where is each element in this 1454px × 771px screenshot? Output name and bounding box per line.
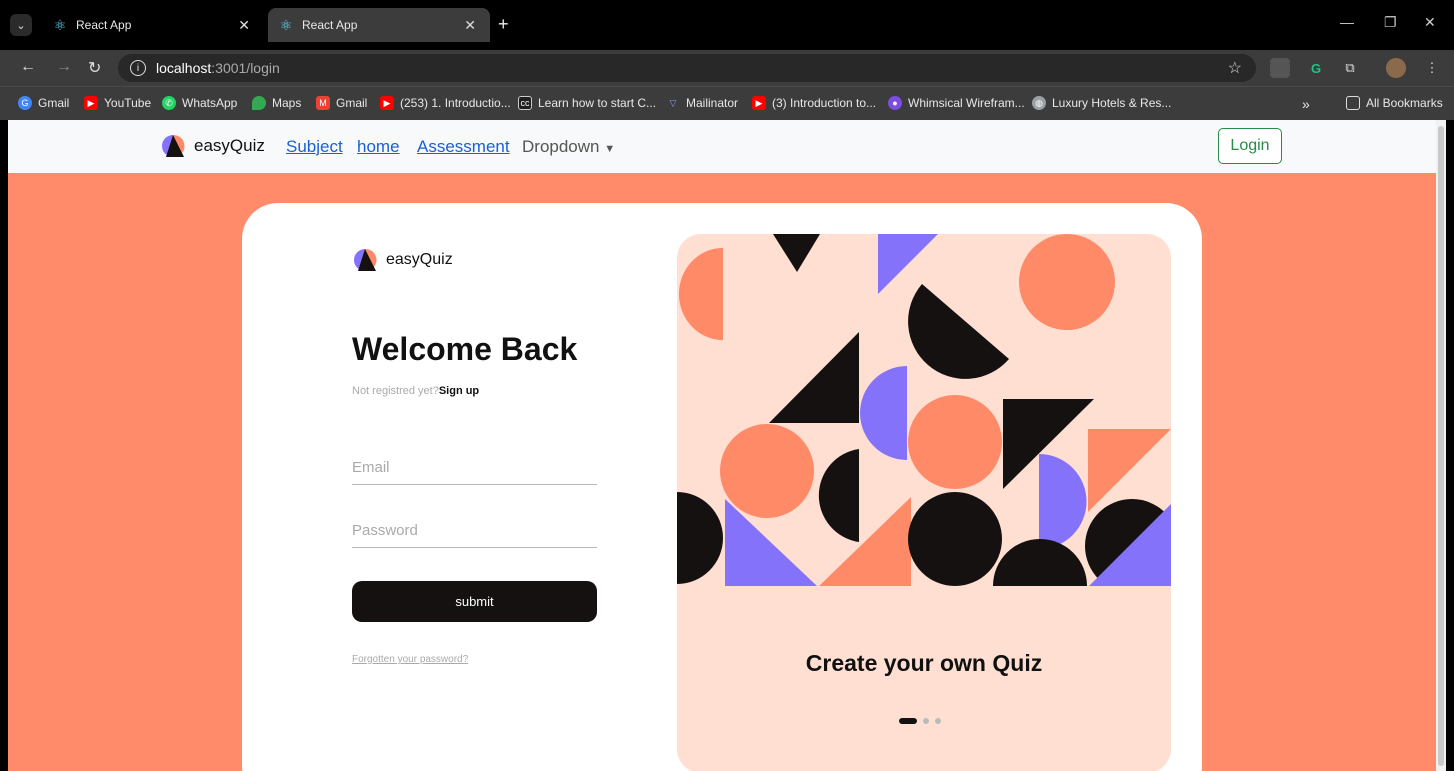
bookmarks-bar: G Gmail ▶ YouTube ✆ WhatsApp Maps M Gmail ▶(… [0, 86, 1454, 120]
submit-button[interactable]: submit [352, 581, 597, 622]
bookmark-star-icon[interactable]: ☆ [1228, 58, 1242, 78]
bookmark-item[interactable]: G Gmail [18, 96, 69, 110]
hero-caption: Create your own Quiz [805, 650, 1043, 676]
all-bookmarks-button[interactable]: All Bookmarks [1346, 96, 1443, 110]
address-bar[interactable]: i localhost:3001/login ☆ [118, 54, 1256, 82]
page-scrollbar[interactable] [1436, 120, 1446, 771]
page-title: Welcome Back [352, 331, 578, 367]
window-border [0, 120, 8, 771]
password-placeholder: Password [352, 522, 418, 539]
tab-title: React App [302, 18, 358, 32]
bookmark-item[interactable]: M Gmail [316, 96, 367, 110]
new-tab-button[interactable]: + [498, 14, 509, 35]
close-tab-icon[interactable]: ✕ [238, 17, 250, 34]
whimsical-icon: ● [888, 96, 902, 110]
tab-title: React App [76, 18, 132, 32]
browser-tab-1[interactable]: ⚛ React App ✕ [42, 8, 264, 42]
youtube-icon: ▶ [380, 96, 394, 110]
window-border [1446, 120, 1454, 771]
nav-dropdown[interactable]: Dropdown ▼ [522, 137, 615, 157]
reload-icon[interactable]: ↻ [88, 58, 101, 78]
site-info-icon[interactable]: i [130, 60, 146, 76]
card-brand-name: easyQuiz [386, 251, 453, 268]
extensions-puzzle-icon[interactable]: ⧉ [1340, 58, 1360, 78]
signup-prompt: Not registred yet?Sign up [352, 385, 480, 397]
url-path: :3001/login [211, 60, 280, 76]
browser-toolbar: ← → ↻ i localhost:3001/login ☆ [0, 50, 1454, 86]
gmail-icon: M [316, 96, 330, 110]
minimize-icon[interactable]: — [1340, 14, 1354, 30]
nav-link-home[interactable]: home [357, 137, 400, 157]
bookmark-item[interactable]: ▶ (253) 1. Introductio... [380, 96, 511, 110]
url-host: localhost [156, 60, 212, 76]
easyquiz-logo-icon [162, 134, 185, 157]
restore-icon[interactable]: ❐ [1384, 14, 1397, 31]
cc-icon: cc [518, 96, 532, 110]
hero-panel: Create your own Quiz [677, 234, 1171, 771]
bookmark-item[interactable]: ▽ Mailinator [666, 96, 739, 110]
profile-avatar[interactable] [1386, 58, 1406, 78]
bookmarks-overflow-icon[interactable]: » [1302, 96, 1310, 112]
google-icon: G [18, 96, 32, 110]
menu-dots-icon[interactable]: ⋮ [1422, 58, 1442, 78]
back-icon[interactable]: ← [20, 58, 36, 76]
folder-icon [1346, 96, 1360, 110]
password-field[interactable]: Password [352, 518, 597, 548]
top-navbar: easyQuiz Subject home Assessment Dropdow… [8, 120, 1436, 173]
react-icon: ⚛ [279, 17, 293, 33]
close-tab-icon[interactable]: ✕ [464, 17, 476, 34]
tab-bar: ⌄ ⚛ React App ✕ ⚛ React App ✕ + — ❐ ✕ [0, 0, 1454, 50]
bookmark-item[interactable]: ✆ WhatsApp [162, 96, 237, 110]
carousel-indicators [899, 718, 941, 724]
carousel-dot-active[interactable] [899, 718, 917, 724]
extension-icon[interactable] [1270, 58, 1290, 78]
bookmark-item[interactable]: ● Whimsical Wirefram... [888, 96, 1025, 110]
bookmark-item[interactable]: Maps [252, 96, 301, 110]
globe-icon: ◍ [1032, 96, 1046, 110]
email-field[interactable]: Email [352, 455, 597, 485]
grammarly-icon[interactable]: G [1306, 58, 1326, 78]
navbar-brand[interactable]: easyQuiz [160, 133, 265, 159]
geometric-illustration [677, 234, 1171, 594]
bookmark-item[interactable]: ▶ YouTube [84, 96, 151, 110]
carousel-dot[interactable] [923, 718, 929, 724]
easyquiz-logo-icon [354, 248, 377, 271]
close-window-icon[interactable]: ✕ [1424, 14, 1436, 31]
login-button[interactable]: Login [1218, 128, 1282, 164]
youtube-icon: ▶ [752, 96, 766, 110]
page-viewport: easyQuiz Subject home Assessment Dropdow… [8, 120, 1436, 771]
tab-search-button[interactable]: ⌄ [10, 14, 32, 36]
scrollbar-thumb[interactable] [1438, 126, 1444, 766]
caret-down-icon: ▼ [604, 143, 616, 155]
mailinator-icon: ▽ [669, 97, 677, 108]
forgot-password-link[interactable]: Forgotten your password? [352, 654, 468, 665]
nav-link-subject[interactable]: Subject [286, 137, 343, 157]
card-brand: easyQuiz [352, 247, 453, 273]
react-icon: ⚛ [53, 17, 67, 33]
bookmark-item[interactable]: ◍ Luxury Hotels & Res... [1032, 96, 1171, 110]
youtube-icon: ▶ [84, 96, 98, 110]
signup-link[interactable]: Sign up [439, 385, 479, 397]
browser-tab-2[interactable]: ⚛ React App ✕ [268, 8, 490, 42]
bookmark-item[interactable]: cc Learn how to start C... [518, 96, 656, 110]
login-card: easyQuiz Welcome Back Not registred yet?… [242, 203, 1202, 771]
forward-icon[interactable]: → [56, 58, 72, 76]
maps-icon [252, 96, 266, 110]
carousel-dot[interactable] [935, 718, 941, 724]
whatsapp-icon: ✆ [162, 96, 176, 110]
brand-name: easyQuiz [194, 136, 265, 155]
bookmark-item[interactable]: ▶ (3) Introduction to... [752, 96, 876, 110]
email-placeholder: Email [352, 459, 390, 476]
nav-link-assessment[interactable]: Assessment [417, 137, 510, 157]
